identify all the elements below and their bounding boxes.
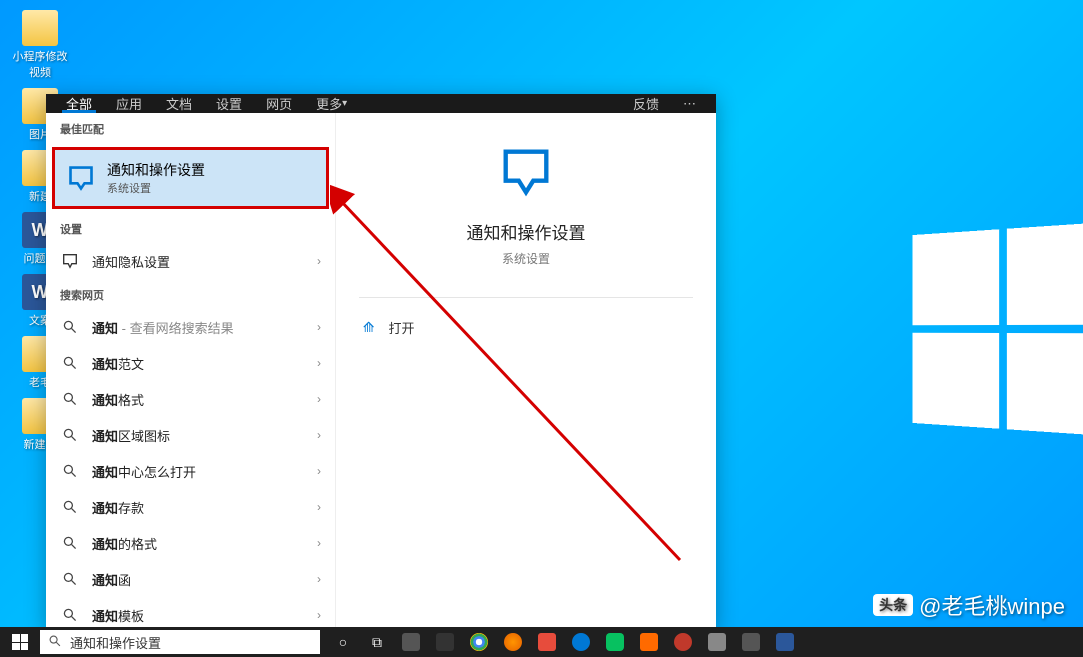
search-icon [60, 461, 80, 481]
web-row[interactable]: 通知范文› [46, 345, 335, 381]
preview-title: 通知和操作设置 [467, 219, 586, 244]
row-label: 通知范文 [92, 354, 317, 373]
watermark: 头条 @老毛桃winpe [873, 589, 1065, 621]
windows-icon [12, 634, 28, 650]
divider [359, 297, 693, 298]
tab-apps[interactable]: 应用 [104, 94, 154, 113]
chevron-right-icon: › [317, 536, 321, 550]
search-icon [60, 533, 80, 553]
taskbar-app[interactable] [734, 627, 768, 657]
chevron-right-icon: › [317, 464, 321, 478]
search-icon [60, 497, 80, 517]
best-match-header: 最佳匹配 [46, 113, 335, 143]
search-icon [60, 605, 80, 625]
search-value: 通知和操作设置 [70, 633, 161, 652]
results-list: 最佳匹配 通知和操作设置 系统设置 设置 通知隐私设置 › 搜索网页 通知 - … [46, 113, 336, 633]
tab-web[interactable]: 网页 [254, 94, 304, 113]
search-icon [60, 353, 80, 373]
tab-docs[interactable]: 文档 [154, 94, 204, 113]
open-action[interactable]: ⟰ 打开 [359, 312, 693, 343]
taskbar-app[interactable] [394, 627, 428, 657]
search-icon [60, 569, 80, 589]
row-label: 通知隐私设置 [92, 252, 317, 271]
row-label: 通知存款 [92, 498, 317, 517]
chevron-right-icon: › [317, 608, 321, 622]
search-icon [48, 634, 62, 651]
taskbar-app-firefox[interactable] [496, 627, 530, 657]
chevron-right-icon: › [317, 428, 321, 442]
search-tabs: 全部 应用 文档 设置 网页 更多 反馈 ⋯ [46, 94, 716, 113]
desktop-icon[interactable]: 小程序修改视频 [10, 10, 70, 80]
best-match-subtitle: 系统设置 [107, 180, 205, 196]
taskbar: 通知和操作设置 ○ ⧉ [0, 627, 1083, 657]
web-row[interactable]: 通知函› [46, 561, 335, 597]
search-icon [60, 317, 80, 337]
notification-icon [67, 164, 95, 192]
more-options-icon[interactable]: ⋯ [671, 94, 708, 113]
chevron-right-icon: › [317, 392, 321, 406]
best-match-item[interactable]: 通知和操作设置 系统设置 [52, 147, 329, 209]
tab-settings[interactable]: 设置 [204, 94, 254, 113]
web-row[interactable]: 通知的格式› [46, 525, 335, 561]
search-icon [60, 425, 80, 445]
cortana-icon[interactable]: ○ [326, 627, 360, 657]
settings-row[interactable]: 通知隐私设置 › [46, 243, 335, 279]
preview-subtitle: 系统设置 [502, 250, 550, 267]
web-row[interactable]: 通知区域图标› [46, 417, 335, 453]
row-label: 通知区域图标 [92, 426, 317, 445]
taskbar-app[interactable] [666, 627, 700, 657]
tab-all[interactable]: 全部 [54, 94, 104, 113]
search-results-panel: 全部 应用 文档 设置 网页 更多 反馈 ⋯ 最佳匹配 通知和操作设置 系统设置… [46, 94, 716, 630]
start-button[interactable] [0, 627, 40, 657]
task-view-icon[interactable]: ⧉ [360, 627, 394, 657]
row-label: 通知模板 [92, 606, 317, 625]
notification-icon [497, 143, 555, 201]
best-match-title: 通知和操作设置 [107, 160, 205, 180]
open-label: 打开 [389, 318, 415, 337]
open-icon: ⟰ [363, 319, 375, 336]
web-row[interactable]: 通知存款› [46, 489, 335, 525]
search-input[interactable]: 通知和操作设置 [40, 630, 320, 654]
taskbar-app-chrome[interactable] [462, 627, 496, 657]
taskbar-app-word[interactable] [768, 627, 802, 657]
result-preview: 通知和操作设置 系统设置 ⟰ 打开 [336, 113, 716, 633]
tab-more[interactable]: 更多 [304, 94, 359, 113]
notification-icon [60, 251, 80, 271]
taskbar-app[interactable] [700, 627, 734, 657]
web-header: 搜索网页 [46, 279, 335, 309]
row-label: 通知 - 查看网络搜索结果 [92, 318, 317, 337]
taskbar-app-edge[interactable] [564, 627, 598, 657]
taskbar-app-wechat[interactable] [598, 627, 632, 657]
taskbar-app[interactable] [428, 627, 462, 657]
web-row[interactable]: 通知中心怎么打开› [46, 453, 335, 489]
row-label: 通知格式 [92, 390, 317, 409]
chevron-right-icon: › [317, 254, 321, 268]
row-label: 通知中心怎么打开 [92, 462, 317, 481]
chevron-right-icon: › [317, 572, 321, 586]
chevron-right-icon: › [317, 500, 321, 514]
watermark-badge: 头条 [873, 594, 913, 616]
folder-icon [22, 10, 58, 46]
chevron-right-icon: › [317, 356, 321, 370]
feedback-link[interactable]: 反馈 [621, 94, 671, 113]
settings-header: 设置 [46, 213, 335, 243]
row-label: 通知的格式 [92, 534, 317, 553]
icon-label: 小程序修改视频 [10, 48, 70, 80]
chevron-right-icon: › [317, 320, 321, 334]
watermark-text: @老毛桃winpe [919, 589, 1065, 621]
taskbar-app[interactable] [632, 627, 666, 657]
taskbar-app[interactable] [530, 627, 564, 657]
search-icon [60, 389, 80, 409]
row-label: 通知函 [92, 570, 317, 589]
web-row[interactable]: 通知格式› [46, 381, 335, 417]
web-row[interactable]: 通知 - 查看网络搜索结果› [46, 309, 335, 345]
windows-logo [912, 222, 1083, 436]
